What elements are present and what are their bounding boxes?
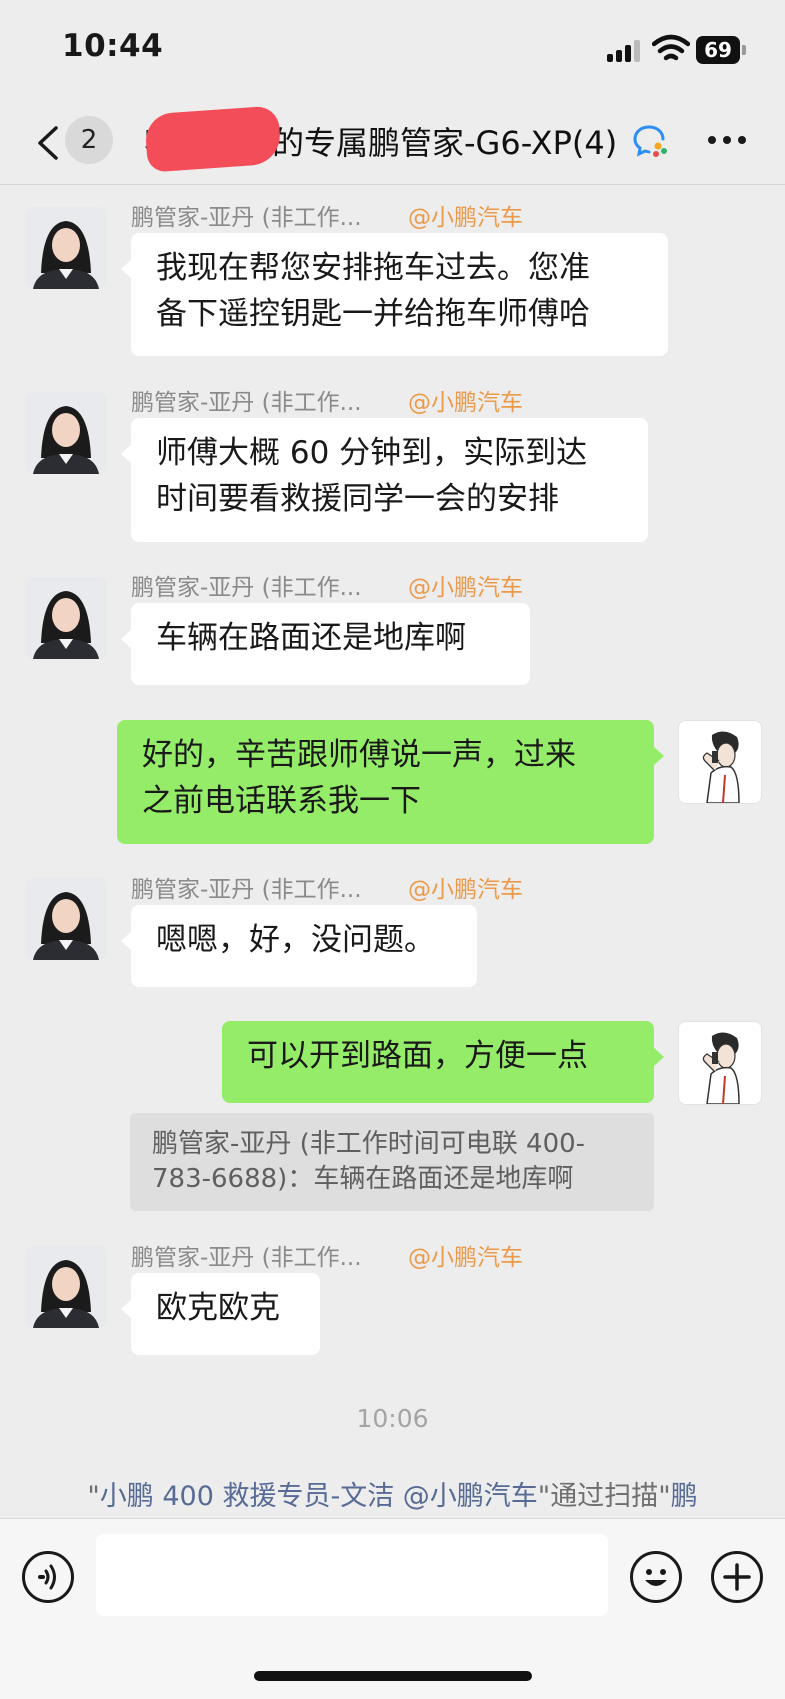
avatar[interactable] [25, 878, 107, 960]
sender-tag: @小鹏汽车 [408, 575, 523, 601]
unread-count-badge[interactable]: 2 [65, 116, 113, 164]
sender-name: 鹏管家-亚丹 (非工作... [131, 205, 362, 231]
avatar[interactable] [25, 577, 107, 659]
message-bubble-outgoing[interactable]: 可以开到路面，方便一点 [222, 1021, 664, 1103]
avatar[interactable] [25, 1246, 107, 1328]
battery-icon: 69 [696, 36, 748, 64]
more-functions-button[interactable] [711, 1551, 763, 1603]
sender-tag: @小鹏汽车 [408, 1245, 523, 1271]
message-bubble[interactable]: 我现在帮您安排拖车过去。您准 备下遥控钥匙一并给拖车师傅哈 [121, 233, 668, 356]
notice-mid: "通过扫描" [537, 1481, 671, 1512]
avatar[interactable] [25, 207, 107, 289]
status-bar: 10:44 69 [0, 0, 785, 100]
member-count: (4) [571, 124, 618, 162]
sender-tag: @小鹏汽车 [408, 390, 523, 416]
redaction-mark [144, 105, 282, 173]
message-bubble[interactable]: 师傅大概 60 分钟到，实际到达 时间要看救援同学一会的安排 [121, 418, 648, 542]
emoji-button[interactable] [630, 1551, 682, 1603]
message-line: 好的，辛苦跟师傅说一声，过来 [142, 737, 576, 773]
plus-icon [723, 1563, 751, 1591]
voice-wave-icon [38, 1564, 56, 1590]
voice-input-button[interactable] [22, 1551, 74, 1603]
notice-tail[interactable]: 鹏 [671, 1481, 698, 1512]
sender-tag: @小鹏汽车 [408, 877, 523, 903]
message-line: 师傅大概 60 分钟到，实际到达 [156, 435, 588, 471]
message-line: 嗯嗯，好，没问题。 [156, 922, 435, 958]
message-bubble[interactable]: 车辆在路面还是地库啊 [121, 603, 530, 685]
message-line: 时间要看救援同学一会的安排 [156, 481, 559, 517]
status-time: 10:44 [62, 28, 164, 64]
back-chevron-icon[interactable] [34, 126, 60, 160]
user-avatar[interactable] [678, 720, 762, 804]
more-options-icon[interactable] [708, 136, 748, 146]
quoted-message[interactable]: 鹏管家-亚丹 (非工作时间可电联 400- 783-6688)：车辆在路面还是地… [130, 1113, 654, 1211]
message-timestamp: 10:06 [356, 1404, 429, 1433]
sender-name: 鹏管家-亚丹 (非工作... [131, 877, 362, 903]
message-line: 之前电话联系我一下 [142, 783, 421, 819]
message-bubble[interactable]: 嗯嗯，好，没问题。 [121, 905, 477, 987]
chat-header: 2 客 的专属鹏管家-G6-XP(4) [0, 100, 785, 185]
sender-tag: @小鹏汽车 [408, 205, 523, 231]
quote-line: 783-6688)：车辆在路面还是地库啊 [152, 1164, 574, 1194]
message-bubble[interactable]: 欧克欧克 [121, 1273, 320, 1355]
message-line: 车辆在路面还是地库啊 [156, 620, 466, 656]
sender-name: 鹏管家-亚丹 (非工作... [131, 575, 362, 601]
enterprise-chat-icon [633, 125, 667, 157]
avatar[interactable] [25, 392, 107, 474]
system-notice: "小鹏 400 救援专员-文洁 @小鹏汽车"通过扫描"鹏 [0, 1474, 785, 1513]
battery-level: 69 [704, 38, 732, 62]
message-line: 我现在帮您安排拖车过去。您准 [156, 250, 590, 286]
notice-member-link[interactable]: 小鹏 400 救援专员-文洁 @小鹏汽车 [100, 1481, 538, 1512]
sender-name: 鹏管家-亚丹 (非工作... [131, 1245, 362, 1271]
user-avatar[interactable] [678, 1021, 762, 1105]
message-input[interactable] [96, 1534, 608, 1616]
notice-quote-open: " [87, 1481, 100, 1512]
input-bar [0, 1518, 785, 1699]
quote-line: 鹏管家-亚丹 (非工作时间可电联 400- [152, 1129, 586, 1159]
sender-name: 鹏管家-亚丹 (非工作... [131, 390, 362, 416]
smiley-icon [645, 1569, 667, 1586]
message-bubble-outgoing[interactable]: 好的，辛苦跟师傅说一声，过来 之前电话联系我一下 [117, 720, 664, 844]
home-indicator [254, 1671, 532, 1681]
message-line: 可以开到路面，方便一点 [247, 1038, 588, 1074]
message-line: 欧克欧克 [156, 1290, 280, 1326]
wifi-icon [652, 34, 690, 61]
message-line: 备下遥控钥匙一并给拖车师傅哈 [156, 296, 590, 332]
cellular-signal-icon [607, 38, 647, 62]
